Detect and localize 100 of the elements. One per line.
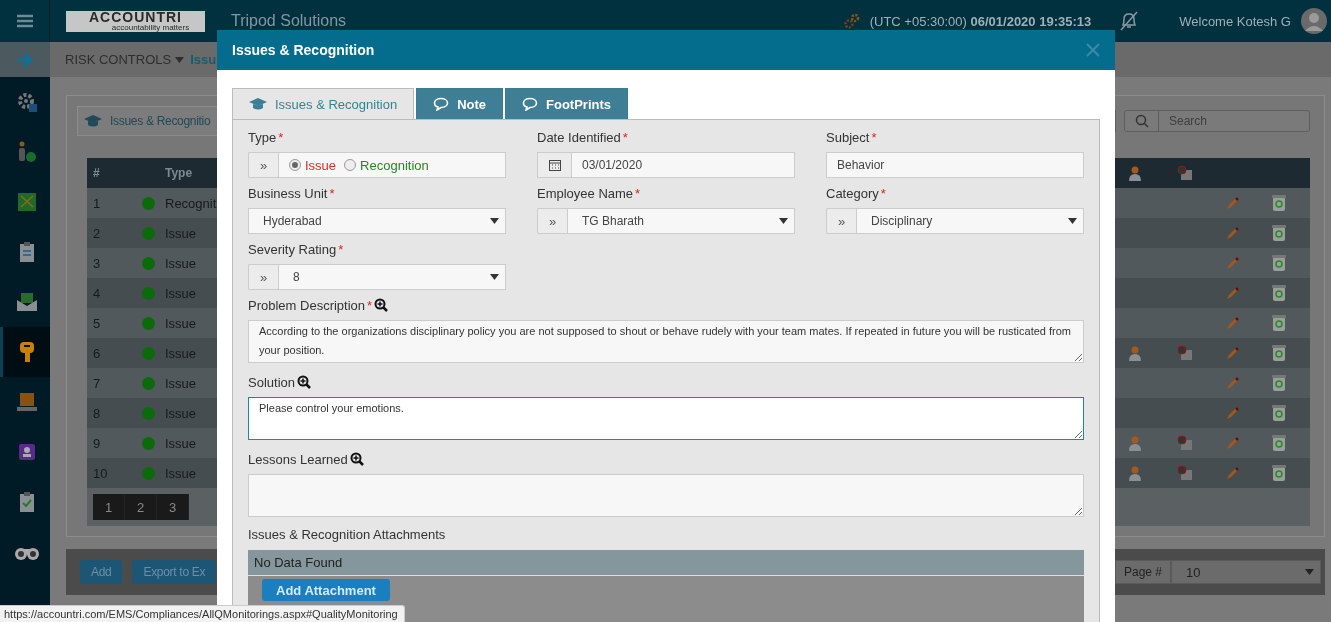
trash-icon[interactable] [1272, 314, 1286, 332]
caret-icon [1305, 569, 1314, 575]
tab[interactable]: Issues & Recognition [232, 88, 415, 119]
pencil-icon[interactable] [1225, 255, 1241, 271]
date-picker-button[interactable] [537, 152, 571, 178]
search-input[interactable]: Search [1159, 111, 1309, 131]
gear-icon [15, 91, 38, 113]
trash-icon[interactable] [1272, 194, 1286, 212]
date-field[interactable]: 03/01/2020 [571, 152, 795, 178]
menu-icon [16, 14, 33, 28]
trash-icon[interactable] [1272, 254, 1286, 272]
table-cell-text: Issue [164, 255, 197, 271]
trash-icon[interactable] [1272, 374, 1286, 392]
bell-off-icon[interactable] [1119, 11, 1140, 31]
pencil-icon[interactable] [1225, 375, 1241, 391]
prefix-addon: » [826, 208, 856, 234]
tab[interactable]: Note [416, 88, 503, 119]
field-label: Category* [826, 185, 886, 201]
text-field[interactable]: Behavior [826, 152, 1084, 178]
section-label: Issues & Recognition Attachments [248, 527, 447, 542]
text-area[interactable]: According to the organizations disciplinary policy you are not supposed to shout or behave rudely with your team mates. If repeated in future you will be rusticated from your position. [248, 320, 1084, 363]
welcome-text: Welcome Kotesh G [1179, 13, 1291, 29]
field-label: Lessons Learned [248, 451, 348, 467]
table-cell-text: 5 [92, 315, 101, 331]
close-icon [1086, 43, 1100, 57]
envelope-icon [14, 291, 39, 313]
person-icon [1128, 165, 1142, 181]
trash-icon[interactable] [1272, 344, 1286, 362]
radio-button[interactable] [289, 159, 301, 171]
trash-icon[interactable] [1272, 434, 1286, 452]
column-header: # [92, 166, 100, 180]
company-name: Tripod Solutions [231, 12, 347, 30]
close-button[interactable] [1086, 43, 1100, 57]
search-icon [1134, 114, 1149, 128]
field-label: Subject* [826, 129, 877, 145]
menu-dropdown[interactable]: RISK CONTROLS [65, 52, 185, 67]
field-label: Type* [248, 129, 284, 145]
table-cell-text: Issue [164, 315, 197, 331]
table-cell-text: Recognit [164, 195, 217, 211]
table-cell-text: Issue [164, 375, 197, 391]
pencil-icon[interactable] [1225, 465, 1241, 481]
speech-bubble-icon [433, 97, 450, 111]
page-size-label: Page # [1114, 560, 1171, 584]
radio-button[interactable] [344, 159, 357, 171]
graduation-cap-icon [84, 114, 102, 128]
prefix-addon: » [248, 152, 278, 178]
trash-icon[interactable] [1272, 284, 1286, 302]
breadcrumb: Issu [190, 52, 217, 67]
select-field[interactable]: TG Bharath [567, 208, 795, 234]
field-label: Date Identified* [537, 129, 628, 145]
add-attachment-button[interactable]: Add Attachment [262, 579, 390, 601]
arrow-right-icon [16, 51, 34, 68]
trash-icon[interactable] [1272, 404, 1286, 422]
dialog-title: Issues & Recognition [232, 42, 375, 58]
caret-icon [175, 56, 185, 63]
pencil-icon[interactable] [1225, 315, 1241, 331]
prefix-addon: » [537, 208, 567, 234]
select-field[interactable]: Disciplinary [856, 208, 1084, 234]
search-field[interactable]: Search [1124, 110, 1310, 132]
field-label: Solution [248, 374, 295, 390]
pencil-icon[interactable] [1225, 345, 1241, 361]
graduation-cap-icon [249, 97, 267, 111]
prefix-addon: » [248, 264, 278, 290]
table-cell-text: 7 [92, 375, 101, 391]
logo: ACCOUNTRI accountability matters [66, 10, 205, 32]
trash-icon[interactable] [1272, 464, 1286, 482]
field-label: Employee Name* [537, 185, 641, 201]
status-url-tooltip: https://accountri.com/EMS/Compliances/AllQMonitorings.aspx#QualityMonitoring [0, 605, 405, 622]
trash-icon[interactable] [1272, 224, 1286, 242]
pencil-icon[interactable] [1225, 225, 1241, 241]
page-button[interactable]: 3 [157, 494, 189, 520]
caret-icon [490, 274, 499, 280]
tab[interactable]: FootPrints [505, 88, 628, 119]
field-label: Severity Rating* [248, 241, 344, 257]
avatar-icon[interactable] [1301, 8, 1327, 34]
text-area[interactable] [248, 474, 1084, 517]
datetime-text: (UTC +05:30:00) 06/01/2020 19:35:13 [869, 13, 1092, 29]
table-cell-text: 3 [92, 255, 101, 271]
table-cell-text: 1 [92, 195, 101, 211]
field-label: Business Unit* [248, 185, 335, 201]
field-label: Problem Description* [248, 297, 373, 313]
option-label: Recognition [360, 157, 429, 173]
column-header: Type [164, 166, 193, 180]
table-cell-text: Issue [164, 435, 197, 451]
text-area[interactable]: Please control your emotions. [248, 397, 1084, 440]
page-size-select[interactable]: 10 [1171, 560, 1321, 584]
box-icon [14, 391, 39, 413]
page-button[interactable]: 1 [93, 494, 125, 520]
pencil-icon[interactable] [1225, 405, 1241, 421]
select-field[interactable]: 8 [278, 264, 506, 290]
empty-message: No Data Found [248, 550, 1084, 576]
pencil-icon[interactable] [1225, 195, 1241, 211]
speech-bubble-icon [522, 97, 538, 111]
page-button[interactable]: 2 [125, 494, 157, 520]
select-field[interactable]: Hyderabad [248, 208, 506, 234]
sidebar-item[interactable] [0, 327, 50, 377]
table-cell-text: 9 [92, 435, 101, 451]
calendar-icon [548, 159, 561, 171]
pencil-icon[interactable] [1225, 285, 1241, 301]
pencil-icon[interactable] [1225, 435, 1241, 451]
